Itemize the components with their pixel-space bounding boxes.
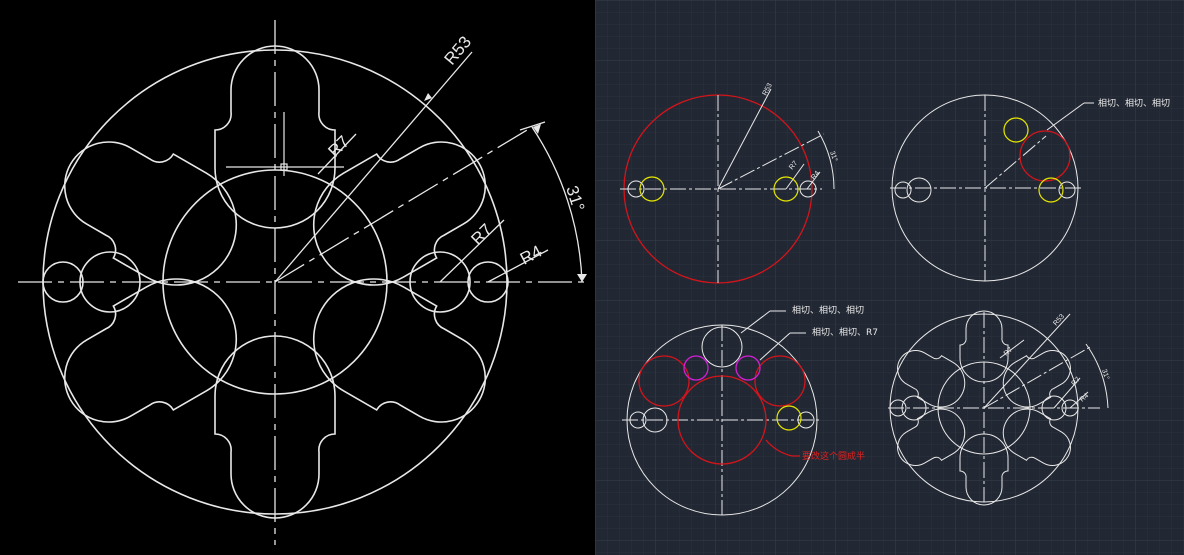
step3-note1: 相切、相切、相切 xyxy=(792,304,864,316)
drawing-canvas: R53 R7 R7 R4 31° R53 R7 R4 31° 相切、相切、相切 … xyxy=(0,0,1184,555)
step2-note: 相切、相切、相切 xyxy=(1098,97,1170,109)
cad-screenshot: R53 R7 R7 R4 31° R53 R7 R4 31° 相切、相切、相切 … xyxy=(0,0,1184,555)
left-panel: R53 R7 R7 R4 31° xyxy=(0,0,595,555)
right-panel: R53 R7 R4 31° 相切、相切、相切 相切、相切、相切 相切、相切、R7… xyxy=(595,0,1184,555)
step3-note2: 相切、相切、R7 xyxy=(812,326,878,338)
step3-note3: 要改这个圆成半 xyxy=(802,450,865,462)
grid-major xyxy=(595,0,1184,555)
left-background xyxy=(0,0,595,555)
